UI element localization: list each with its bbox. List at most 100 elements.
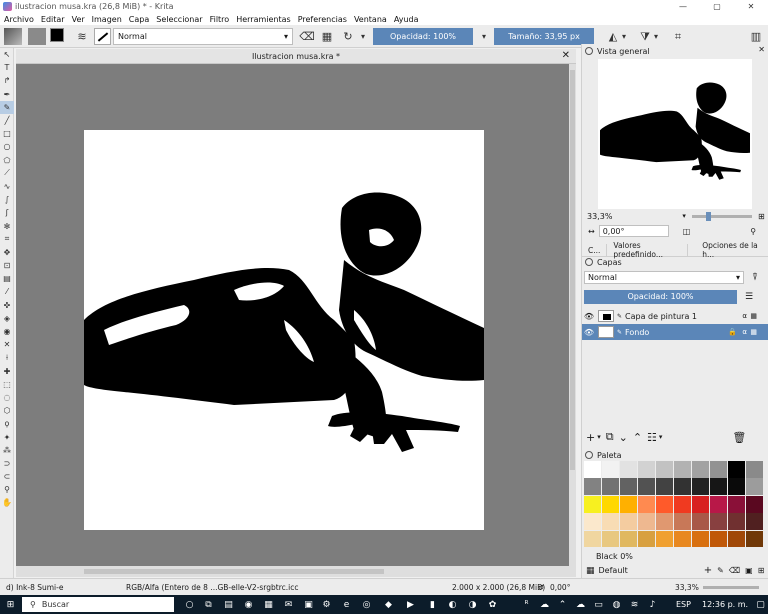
- menu-capa[interactable]: Capa: [129, 15, 149, 24]
- chevron-down-icon[interactable]: ▾: [620, 28, 628, 45]
- palette-swatch[interactable]: [673, 478, 692, 496]
- palette-swatch[interactable]: [584, 495, 602, 513]
- palette-swatch[interactable]: [584, 478, 602, 496]
- gradient-icon[interactable]: [28, 28, 46, 45]
- size-slider[interactable]: Tamaño: 33,95 px: [494, 28, 594, 45]
- palette-swatch[interactable]: [745, 530, 764, 548]
- chevron-down-icon[interactable]: ▾: [479, 28, 489, 45]
- alpha-lock-icon[interactable]: ▦: [319, 28, 335, 45]
- palette-save-icon[interactable]: ▣: [745, 566, 753, 575]
- palette-swatch[interactable]: [655, 513, 674, 530]
- edit-color-icon[interactable]: ✎: [717, 566, 724, 575]
- alpha-inherit-icon[interactable]: α: [742, 312, 747, 320]
- palette-swatch[interactable]: [673, 461, 692, 478]
- notifications-icon[interactable]: ▢: [754, 598, 767, 611]
- taskbar-search-box[interactable]: ⚲ Buscar: [22, 597, 174, 612]
- smart-patch-icon[interactable]: ✜: [0, 299, 14, 312]
- palette-set-name[interactable]: Default: [599, 566, 628, 575]
- palette-swatch[interactable]: [655, 478, 674, 496]
- similar-select-icon[interactable]: ⁂: [0, 444, 14, 457]
- palette-swatch[interactable]: [584, 513, 602, 530]
- reference-tool-icon[interactable]: ✚: [0, 365, 14, 378]
- app-icon[interactable]: ◆: [382, 598, 395, 611]
- palette-swatch[interactable]: [709, 513, 728, 530]
- eye-icon[interactable]: 👁: [582, 312, 596, 321]
- palette-swatch[interactable]: [619, 478, 638, 496]
- move-layer-down-icon[interactable]: ⌄: [619, 431, 628, 444]
- menu-imagen[interactable]: Imagen: [92, 15, 122, 24]
- alpha-inherit-icon[interactable]: α: [742, 328, 747, 336]
- palette-swatch[interactable]: [727, 513, 746, 530]
- freehand-path-icon[interactable]: ∫: [0, 193, 14, 206]
- move-tool-icon[interactable]: ✥: [0, 246, 14, 259]
- palette-swatch[interactable]: [691, 530, 710, 548]
- rotation-field[interactable]: 0,00°: [598, 225, 669, 237]
- line-tool-icon[interactable]: ╱: [0, 114, 14, 127]
- palette-swatch[interactable]: [727, 478, 746, 496]
- palette-icon[interactable]: ▦: [586, 566, 595, 576]
- vertical-scrollbar[interactable]: [569, 64, 576, 566]
- canvas-rotation[interactable]: 0,00°: [550, 583, 570, 592]
- palette-swatch[interactable]: [709, 461, 728, 478]
- chevron-down-icon[interactable]: ▾: [358, 28, 368, 45]
- polyline-tool-icon[interactable]: ⟋: [0, 167, 14, 180]
- chevron-down-icon[interactable]: ▾: [597, 433, 601, 441]
- app-icon[interactable]: ◑: [466, 598, 479, 611]
- transform-tool-icon[interactable]: ⊡: [0, 259, 14, 272]
- fill-tool-icon[interactable]: ◈: [0, 312, 14, 325]
- palette-swatch[interactable]: [601, 495, 620, 513]
- menu-filtro[interactable]: Filtro: [210, 15, 230, 24]
- calendar-icon[interactable]: ▣: [302, 598, 315, 611]
- crop-wrap-icon[interactable]: ⌗: [670, 28, 686, 45]
- add-color-icon[interactable]: +: [704, 565, 712, 576]
- cortana-icon[interactable]: ○: [183, 598, 196, 611]
- menu-icon[interactable]: ☰: [745, 292, 753, 302]
- maximize-button[interactable]: ▢: [700, 0, 734, 13]
- office-icon[interactable]: ▮: [426, 598, 439, 611]
- alpha-lock-icon[interactable]: ▦: [750, 328, 757, 336]
- palette-swatch[interactable]: [601, 513, 620, 530]
- palette-swatch[interactable]: [745, 461, 764, 478]
- dynamic-brush-icon[interactable]: ʃ: [0, 206, 14, 219]
- close-document-button[interactable]: ✕: [562, 50, 570, 61]
- palette-swatch[interactable]: [637, 513, 656, 530]
- pin-icon[interactable]: [585, 258, 593, 266]
- filter-icon[interactable]: ⍒: [752, 272, 758, 283]
- tab-brush-presets[interactable]: Valores predefinido...: [607, 241, 689, 259]
- palette-swatch[interactable]: [655, 530, 674, 548]
- calligraphy-icon[interactable]: ✒: [0, 88, 14, 101]
- menu-preferencias[interactable]: Preferencias: [298, 15, 347, 24]
- layer-blend-mode-dropdown[interactable]: Normal ▾: [584, 270, 744, 284]
- edit-shapes-icon[interactable]: ↱: [0, 74, 14, 87]
- measure-tool-icon[interactable]: ⟊: [0, 351, 14, 364]
- text-tool-icon[interactable]: T: [0, 61, 14, 74]
- palette-swatch[interactable]: [637, 495, 656, 513]
- palette-swatch[interactable]: [691, 478, 710, 496]
- workspace-icon[interactable]: ▥: [748, 28, 764, 45]
- chevron-down-icon[interactable]: ▾: [659, 433, 663, 441]
- ellipse-select-icon[interactable]: ◌: [0, 391, 14, 404]
- steam-icon[interactable]: ⚙: [320, 598, 333, 611]
- tab-tool-options[interactable]: Opciones de la h...: [696, 241, 768, 259]
- palette-swatch[interactable]: [673, 530, 692, 548]
- store-icon[interactable]: ▦: [262, 598, 275, 611]
- ellipse-tool-icon[interactable]: ○: [0, 140, 14, 153]
- pin-icon[interactable]: ⚲: [750, 227, 756, 236]
- brush-preset-thumbnail[interactable]: [94, 28, 111, 45]
- close-window-button[interactable]: ✕: [734, 0, 768, 13]
- status-zoom-slider[interactable]: [703, 586, 759, 589]
- chevron-down-icon[interactable]: ▾: [652, 28, 660, 45]
- mirror-canvas-icon[interactable]: ◫: [683, 227, 691, 236]
- palette-swatch[interactable]: [601, 478, 620, 496]
- palette-swatch[interactable]: [619, 513, 638, 530]
- palette-swatch[interactable]: [709, 478, 728, 496]
- duplicate-layer-icon[interactable]: ⧉: [606, 430, 614, 444]
- palette-swatch[interactable]: [691, 461, 710, 478]
- menu-herramientas[interactable]: Herramientas: [236, 15, 291, 24]
- delete-color-icon[interactable]: ⌫: [729, 566, 740, 575]
- palette-swatch[interactable]: [727, 495, 746, 513]
- blend-mode-dropdown[interactable]: Normal ▾: [113, 28, 293, 45]
- layer-opacity-slider[interactable]: Opacidad: 100%: [584, 289, 737, 304]
- zoom-fit-icon[interactable]: ⊞: [758, 212, 765, 221]
- delete-layer-icon[interactable]: 🗑: [732, 431, 746, 444]
